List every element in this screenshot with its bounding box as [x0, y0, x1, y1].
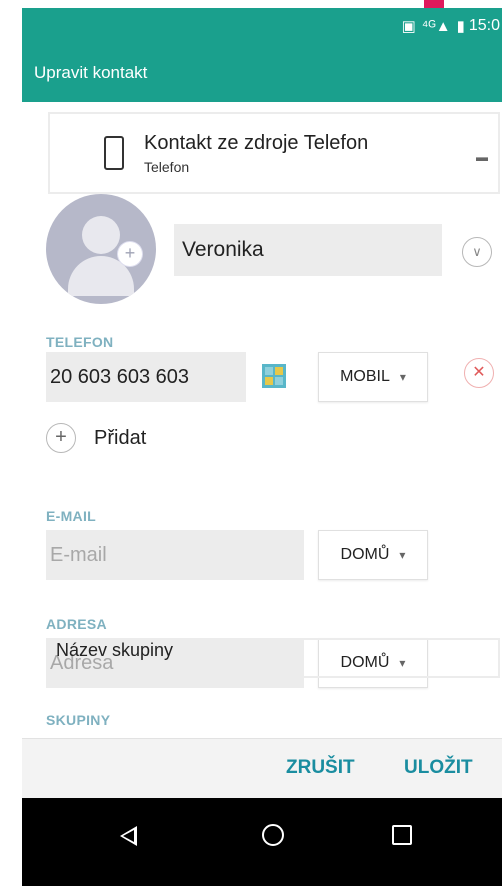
app-bar: Upravit kontakt	[22, 44, 502, 102]
add-photo-icon[interactable]: +	[118, 242, 142, 266]
phone-screen: ▣ ⁴ᴳ▲ ▮ 15:0 Upravit kontakt Kontakt ze …	[22, 0, 502, 886]
phone-device-icon	[104, 136, 124, 170]
add-phone-button[interactable]: + Přidat	[46, 418, 146, 458]
signal-icon: ⁴ᴳ▲	[421, 17, 451, 35]
speed-dial-icon[interactable]	[262, 364, 286, 388]
recent-apps-icon[interactable]	[392, 825, 412, 845]
expand-name-chevron-icon[interactable]: ∨	[462, 237, 492, 267]
navigation-bar	[22, 798, 502, 886]
email-type-select[interactable]: DOMŮ ▾	[318, 530, 428, 580]
notification-indicator	[424, 0, 444, 8]
dropdown-caret-icon: ▾	[399, 370, 406, 384]
action-bar: ZRUŠIT ULOŽIT	[22, 738, 502, 798]
address-section-label: ADRESA	[46, 616, 107, 632]
dropdown-caret-icon: ▾	[399, 548, 406, 562]
plus-icon: +	[46, 423, 76, 453]
battery-icon: ▮	[456, 18, 465, 35]
phone-type-value: MOBIL	[340, 368, 390, 385]
source-subtitle: Telefon	[144, 158, 190, 175]
dropdown-caret-icon: ▬	[476, 150, 488, 164]
phone-number-input[interactable]: 20 603 603 603	[46, 352, 246, 402]
home-icon[interactable]	[262, 824, 284, 846]
contact-source-selector[interactable]: Kontakt ze zdroje Telefon Telefon ▬	[48, 112, 500, 194]
phone-section-label: TELEFON	[46, 334, 114, 350]
groups-section-label: SKUPINY	[46, 712, 111, 728]
add-phone-label: Přidat	[94, 426, 147, 449]
back-icon[interactable]	[120, 826, 137, 846]
email-type-value: DOMŮ	[340, 546, 390, 563]
avatar-head-shape	[82, 216, 120, 254]
source-title: Kontakt ze zdroje Telefon	[144, 131, 369, 154]
email-input[interactable]: E-mail	[46, 530, 304, 580]
phone-type-select[interactable]: MOBIL ▾	[318, 352, 428, 402]
nfc-icon: ▣	[401, 18, 416, 35]
cancel-button[interactable]: ZRUŠIT	[286, 757, 355, 779]
save-button[interactable]: ULOŽIT	[404, 757, 473, 779]
name-input[interactable]: Veronika	[174, 224, 442, 276]
status-time: 15:0	[468, 17, 500, 34]
status-bar: ▣ ⁴ᴳ▲ ▮ 15:0	[22, 8, 502, 44]
page-title: Upravit kontakt	[34, 63, 148, 82]
group-name-input[interactable]: Název skupiny	[46, 638, 500, 678]
remove-phone-icon[interactable]: ✕	[464, 358, 494, 388]
email-section-label: E-MAIL	[46, 508, 97, 524]
